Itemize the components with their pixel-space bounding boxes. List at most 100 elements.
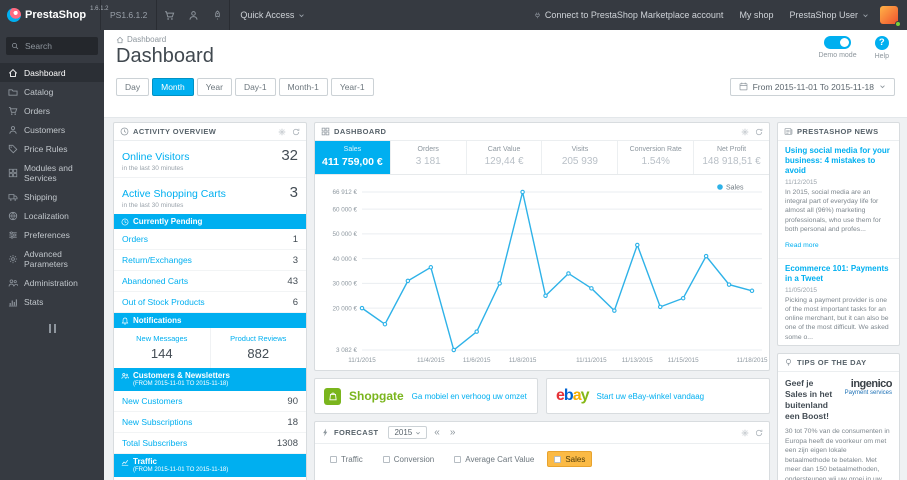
traffic-header: Traffic (FROM 2015-11-01 TO 2015-11-18) — [114, 454, 306, 477]
filter-year-1[interactable]: Year-1 — [330, 78, 374, 96]
sidebar-item-dashboard[interactable]: Dashboard — [0, 63, 104, 82]
panel-title: Forecast — [334, 428, 379, 437]
prestashop-logo[interactable]: PrestaShop 1.6.1.2 — [0, 0, 109, 30]
kpi-orders[interactable]: Orders 3 181 — [391, 141, 467, 174]
rocket-shortcut-icon[interactable] — [205, 0, 229, 30]
product-reviews-value: 882 — [247, 346, 270, 361]
panel-header: Forecast 2015 « » — [315, 422, 769, 444]
pending-row-label[interactable]: Orders — [122, 234, 148, 244]
sidebar-item-shipping[interactable]: Shipping — [0, 187, 104, 206]
news-article-title[interactable]: Ecommerce 101: Payments in a Tweet — [785, 264, 892, 284]
sidebar-item-advanced-parameters[interactable]: Advanced Parameters — [0, 244, 104, 273]
kpi-value: 205 939 — [561, 156, 598, 167]
active-carts-link[interactable]: Active Shopping Carts — [122, 188, 226, 200]
data-point — [405, 278, 411, 284]
pending-row-label[interactable]: Return/Exchanges — [122, 255, 192, 265]
data-point — [428, 265, 434, 270]
collapse-sidebar-button[interactable] — [0, 320, 104, 337]
sidebar-item-localization[interactable]: Localization — [0, 206, 104, 225]
section-title: Currently Pending — [133, 217, 203, 226]
forecast-legend-average-cart-value[interactable]: Average Cart Value — [447, 451, 541, 467]
ebay-logo: ebay — [556, 387, 589, 404]
calendar-icon — [739, 82, 748, 91]
sidebar-item-price-rules[interactable]: Price Rules — [0, 139, 104, 158]
kpi-visits[interactable]: Visits 205 939 — [542, 141, 619, 174]
search-input[interactable] — [23, 40, 93, 52]
pending-row-value: 1 — [292, 233, 298, 245]
forecast-legend-traffic[interactable]: Traffic — [323, 451, 370, 467]
settings-icon[interactable] — [741, 128, 749, 136]
new-messages-link[interactable]: New Messages — [116, 334, 208, 343]
online-visitors-link[interactable]: Online Visitors — [122, 151, 190, 163]
kpi-net-profit[interactable]: Net Profit 148 918,51 € — [694, 141, 769, 174]
checkbox-icon — [454, 455, 462, 463]
user-menu[interactable]: PrestaShop User — [781, 0, 877, 30]
x-axis-label: 11/11/2015 — [576, 357, 607, 364]
filter-month-1[interactable]: Month-1 — [278, 78, 328, 96]
sidebar-item-preferences[interactable]: Preferences — [0, 225, 104, 244]
new-messages-cell: New Messages 144 — [114, 328, 210, 368]
ebay-link[interactable]: Start uw eBay-winkel vandaag — [597, 392, 705, 401]
customers-row-label[interactable]: Total Subscribers — [122, 438, 187, 448]
forecast-legend-conversion[interactable]: Conversion — [376, 451, 441, 467]
pending-row-label[interactable]: Abandoned Carts — [122, 276, 188, 286]
folder-icon — [8, 87, 18, 97]
settings-icon[interactable] — [278, 128, 286, 136]
shopgate-link[interactable]: Ga mobiel en verhoog uw omzet — [412, 392, 527, 401]
forecast-panel: Forecast 2015 « » Traffic Conversion Avera… — [314, 421, 770, 480]
news-article-title[interactable]: Using social media for your business: 4 … — [785, 146, 892, 176]
user-avatar[interactable] — [880, 6, 901, 27]
marketplace-connect-link[interactable]: Connect to PrestaShop Marketplace accoun… — [526, 0, 732, 30]
kpi-conversion-rate[interactable]: Conversion Rate 1.54% — [618, 141, 695, 174]
my-shop-label: My shop — [739, 10, 774, 20]
sidebar-item-administration[interactable]: Administration — [0, 273, 104, 292]
sidebar-item-orders[interactable]: Orders — [0, 101, 104, 120]
sidebar-item-modules-and-services[interactable]: Modules and Services — [0, 158, 104, 187]
pending-row-label[interactable]: Out of Stock Products — [122, 297, 205, 307]
online-visitors-stat: Online Visitors 32 in the last 30 minute… — [114, 141, 306, 178]
refresh-icon[interactable] — [755, 429, 763, 437]
date-range-button[interactable]: From 2015-11-01 To 2015-11-18 — [729, 77, 895, 96]
forecast-legend-sales[interactable]: Sales — [547, 451, 593, 467]
kpi-sales[interactable]: Sales 411 759,00 € — [315, 141, 391, 174]
home-icon — [116, 36, 124, 44]
sidebar-item-label: Preferences — [24, 229, 70, 240]
sidebar-item-catalog[interactable]: Catalog — [0, 82, 104, 101]
refresh-icon[interactable] — [755, 128, 763, 136]
sidebar-item-stats[interactable]: Stats — [0, 292, 104, 311]
ebay-module: ebay Start uw eBay-winkel vandaag — [546, 378, 770, 414]
quick-access-menu[interactable]: Quick Access — [230, 0, 315, 30]
pending-row-value: 43 — [287, 275, 298, 287]
customers-row-value: 1308 — [276, 437, 298, 449]
lightbulb-icon — [784, 358, 793, 367]
customers-row-label[interactable]: New Subscriptions — [122, 417, 192, 427]
bell-icon — [121, 317, 129, 325]
filter-day-1[interactable]: Day-1 — [234, 78, 276, 96]
customer-shortcut-icon[interactable] — [181, 0, 205, 30]
sidebar: Dashboard Catalog Orders Customers Price Rul… — [0, 30, 104, 480]
refresh-icon[interactable] — [292, 128, 300, 136]
y-axis-label: 20 000 € — [332, 305, 357, 312]
customers-row-label[interactable]: New Customers — [122, 396, 182, 406]
product-reviews-link[interactable]: Product Reviews — [213, 334, 305, 343]
filter-month[interactable]: Month — [152, 78, 194, 96]
settings-icon[interactable] — [741, 429, 749, 437]
panel-title: Tips of the day — [797, 358, 867, 367]
filter-day[interactable]: Day — [116, 78, 150, 96]
forecast-prev-button[interactable]: « — [431, 427, 443, 438]
demo-mode-toggle[interactable] — [824, 36, 852, 49]
kpi-cart-value[interactable]: Cart Value 129,44 € — [467, 141, 543, 174]
sidebar-item-customers[interactable]: Customers — [0, 120, 104, 139]
x-axis-label: 11/15/2015 — [668, 357, 700, 364]
read-more-link[interactable]: Read more — [785, 242, 819, 249]
cart-shortcut-icon[interactable] — [157, 0, 181, 30]
forecast-year-select[interactable]: 2015 — [388, 426, 428, 439]
my-shop-link[interactable]: My shop — [731, 0, 781, 30]
section-subtitle: (FROM 2015-11-01 TO 2015-11-18) — [133, 381, 229, 387]
filter-year[interactable]: Year — [196, 78, 232, 96]
chart-line-icon — [121, 458, 129, 466]
help-icon[interactable]: ? — [874, 36, 889, 50]
period-filter-buttons: Day Month Year Day-1 Month-1 Year-1 — [116, 77, 377, 96]
clock-icon — [121, 218, 129, 226]
forecast-next-button[interactable]: » — [447, 427, 459, 438]
